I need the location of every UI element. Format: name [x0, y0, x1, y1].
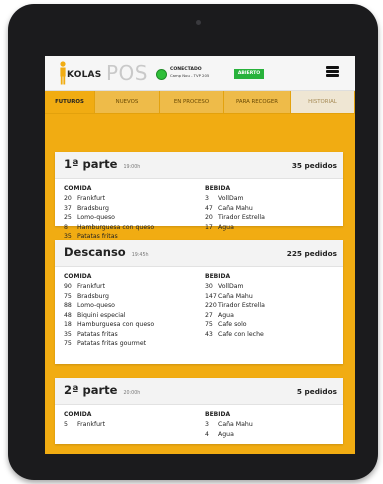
list-item: 4 Agua — [205, 430, 234, 438]
card-time: 19:45h — [131, 253, 149, 258]
list-item: 27 Agua — [205, 311, 234, 319]
food-title: COMIDA — [64, 185, 92, 192]
card-title: 2ª parte 20:00h — [64, 383, 141, 397]
drink-column: BEBIDA 3 Caña Mahu 4 Agua — [205, 411, 253, 439]
list-item: 17 Agua — [205, 223, 234, 231]
order-count: 225 pedidos — [286, 249, 337, 258]
list-item: 75 Bradsburg — [64, 292, 109, 300]
list-item: 20 Tirador Estrella — [205, 214, 265, 221]
drink-column: BEBIDA 3 VollDam 47 Caña Mahu 20 Tirador Es… — [205, 185, 265, 232]
tab-bar: FUTUROS NUEVOS EN PROCESO PARA RECOGER H… — [45, 91, 355, 114]
order-group-card[interactable]: 2ª parte 20:00h 5 pedidos COMIDA 5 Frankfu… — [55, 378, 343, 444]
list-item: 8 Hamburguesa con queso — [64, 223, 155, 231]
tab-en-proceso[interactable]: EN PROCESO — [160, 91, 224, 113]
food-title: COMIDA — [64, 411, 92, 418]
food-column: COMIDA 5 Frankfurt — [64, 411, 105, 430]
food-title: COMIDA — [64, 273, 92, 280]
list-item: 48 Biquini especial — [64, 311, 126, 319]
hamburger-menu-icon[interactable] — [326, 66, 339, 77]
list-item: 30 VollDam — [205, 283, 244, 290]
connection-status: CONECTADO — [170, 67, 202, 72]
card-time: 19:00h — [123, 165, 141, 170]
tab-para-recoger[interactable]: PARA RECOGER — [224, 91, 291, 113]
terminal-name: Camp Nou - TVP 205 — [170, 73, 210, 78]
card-title: 1ª parte 19:00h — [64, 157, 141, 171]
card-time: 20:00h — [123, 391, 141, 396]
order-group-card[interactable]: 1ª parte 19:00h 35 pedidos COMIDA 20 Frank… — [55, 152, 343, 240]
list-item: 25 Lomo-queso — [64, 214, 115, 221]
order-count: 35 pedidos — [291, 161, 337, 170]
list-item: 90 Frankfurt — [64, 283, 106, 290]
list-item: 47 Caña Mahu — [205, 204, 253, 212]
card-title: Descanso 19:45h — [64, 245, 149, 259]
tablet-frame: KOLAS POS CONECTADO Camp Nou - TVP 205 A… — [8, 4, 378, 480]
camera-dot — [196, 20, 201, 25]
drink-title: BEBIDA — [205, 185, 231, 192]
card-header: 2ª parte 20:00h 5 pedidos — [55, 378, 343, 405]
list-item: 43 Cafe con leche — [205, 330, 264, 338]
connection-status-icon — [156, 69, 167, 80]
tab-futuros[interactable]: FUTUROS — [45, 91, 95, 113]
drink-title: BEBIDA — [205, 273, 231, 280]
drink-title: BEBIDA — [205, 411, 231, 418]
food-column: COMIDA 90 Frankfurt 75 Bradsburg 88 Lomo-qu… — [64, 273, 154, 349]
food-column: COMIDA 20 Frankfurt 37 Bradsburg 25 Lomo-qu… — [64, 185, 154, 242]
top-bar: KOLAS POS CONECTADO Camp Nou - TVP 205 A… — [45, 56, 355, 91]
open-badge[interactable]: ABIERTO — [234, 69, 264, 79]
list-item: 75 Patatas fritas gourmet — [64, 340, 147, 347]
list-item: 75 Cafe solo — [205, 321, 247, 328]
order-count: 5 pedidos — [296, 387, 337, 396]
card-header: 1ª parte 19:00h 35 pedidos — [55, 152, 343, 179]
list-item: 220Tirador Estrella — [205, 302, 265, 309]
card-header: Descanso 19:45h 225 pedidos — [55, 240, 343, 267]
product-name: POS — [106, 61, 148, 85]
order-group-card[interactable]: Descanso 19:45h 225 pedidos COMIDA 90 Fran… — [55, 240, 343, 364]
logo-text: KOLAS — [67, 70, 102, 80]
list-item: 37 Bradsburg — [64, 204, 109, 212]
list-item: 147Caña Mahu — [205, 292, 253, 300]
list-item: 3 VollDam — [205, 195, 244, 202]
list-item: 88 Lomo-queso — [64, 302, 115, 309]
tab-nuevos[interactable]: NUEVOS — [95, 91, 160, 113]
tab-historial[interactable]: HISTORIAL — [291, 91, 355, 113]
list-item: 5 Frankfurt — [64, 421, 106, 428]
list-item: 18 Hamburguesa con queso — [64, 321, 155, 328]
drink-column: BEBIDA 30 VollDam 147Caña Mahu 220Tirador… — [205, 273, 265, 339]
app-screen: KOLAS POS CONECTADO Camp Nou - TVP 205 A… — [45, 56, 355, 454]
list-item: 20 Frankfurt — [64, 195, 106, 202]
list-item: 3 Caña Mahu — [205, 421, 253, 428]
list-item: 35 Patatas fritas — [64, 330, 118, 338]
